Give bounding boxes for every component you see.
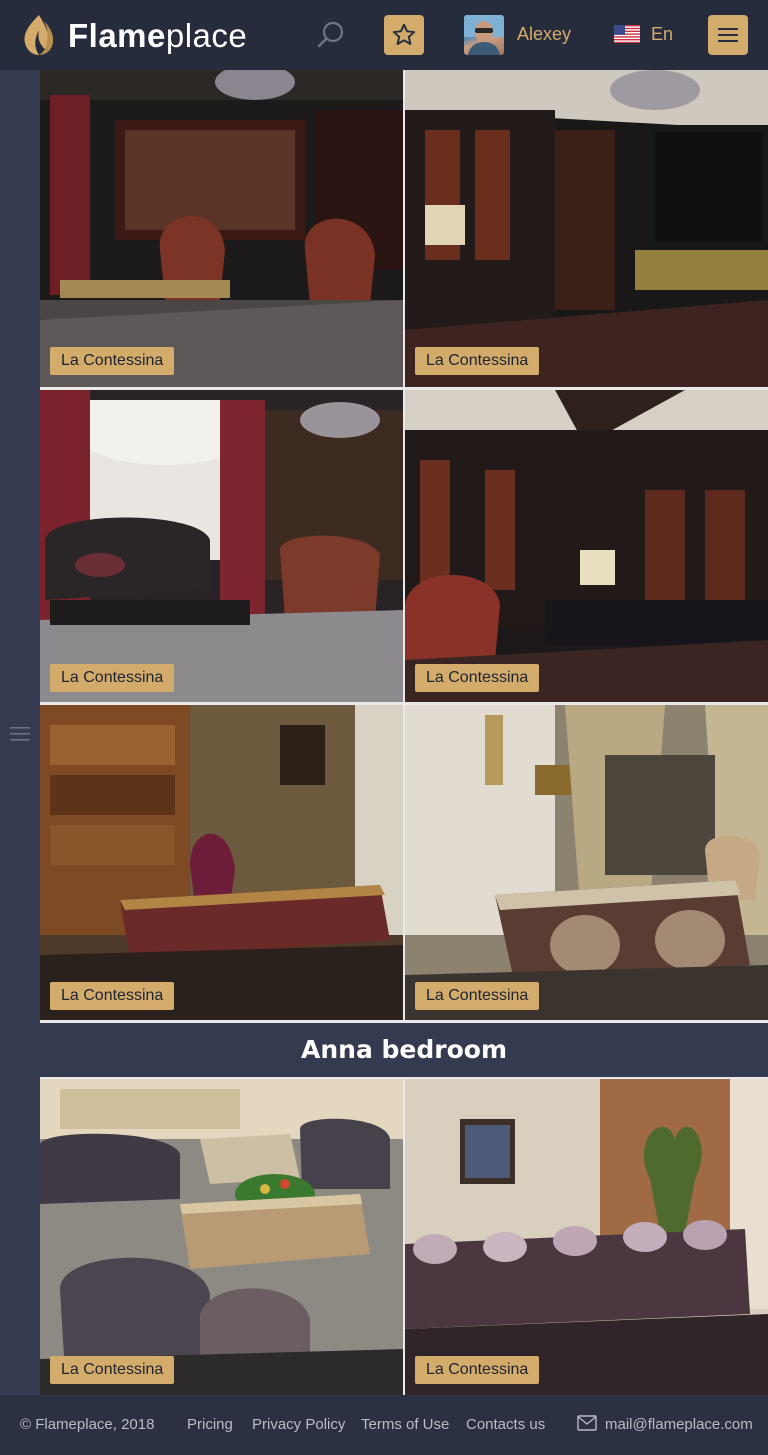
avatar-photo [464,15,504,55]
interior-photo [40,1079,403,1395]
gallery: La Contessina La Contessina La Contessin… [40,70,768,1395]
side-rail-toggle[interactable] [8,724,32,744]
logo-text-light: place [165,16,248,54]
copyright: © Flameplace, 2018 [20,1416,155,1433]
interior-photo [40,705,403,1020]
us-flag-icon[interactable] [614,25,640,43]
logo[interactable]: Flameplace [22,10,247,60]
main-menu-button[interactable] [708,15,748,55]
logo-text-strong: Flame [68,16,166,54]
interior-photo [405,1079,768,1395]
gallery-tile[interactable]: La Contessina [405,70,768,387]
logo-text: Flameplace [68,19,247,52]
footer-link-pricing[interactable]: Pricing [187,1416,233,1433]
tile-label[interactable]: La Contessina [415,982,540,1010]
top-header: Flameplace Alexey En [0,0,768,70]
gallery-tile[interactable]: La Contessina [40,70,403,387]
gallery-tile[interactable]: La Contessina [405,390,768,702]
envelope-icon [577,1415,597,1431]
tile-label[interactable]: La Contessina [415,664,540,692]
search-button[interactable] [314,18,348,52]
gallery-tile[interactable]: La Contessina [405,705,768,1020]
gallery-tile[interactable]: La Contessina [405,1079,768,1395]
tile-label[interactable]: La Contessina [50,982,175,1010]
footer-link-terms-of-use[interactable]: Terms of Use [361,1416,449,1433]
flame-logo-icon [24,15,54,55]
language-selector[interactable]: En [651,24,673,45]
footer-link-privacy-policy[interactable]: Privacy Policy [252,1416,345,1433]
interior-photo [405,70,768,387]
tile-label[interactable]: La Contessina [50,1356,175,1384]
tile-label[interactable]: La Contessina [415,347,540,375]
hamburger-menu-icon [10,727,30,741]
interior-photo [40,70,403,387]
interior-photo [40,390,403,702]
favorites-button[interactable] [384,15,424,55]
footer-link-contacts[interactable]: Contacts us [466,1416,545,1433]
footer: © Flameplace, 2018 Pricing Privacy Polic… [0,1395,768,1455]
tile-label[interactable]: La Contessina [415,1356,540,1384]
avatar[interactable] [464,15,504,55]
side-rail [0,70,40,1395]
gallery-tile[interactable]: La Contessina [40,1079,403,1395]
gallery-tile[interactable]: La Contessina [40,705,403,1020]
hamburger-menu-icon [718,28,738,42]
section-title: Anna bedroom [40,1023,768,1077]
tile-label[interactable]: La Contessina [50,664,175,692]
tile-label[interactable]: La Contessina [50,347,175,375]
footer-email-link[interactable]: mail@flameplace.com [605,1416,753,1433]
user-name[interactable]: Alexey [517,24,571,45]
gallery-tile[interactable]: La Contessina [40,390,403,702]
star-icon [392,23,416,45]
interior-photo [405,390,768,702]
search-icon [317,21,344,48]
interior-photo [405,705,768,1020]
